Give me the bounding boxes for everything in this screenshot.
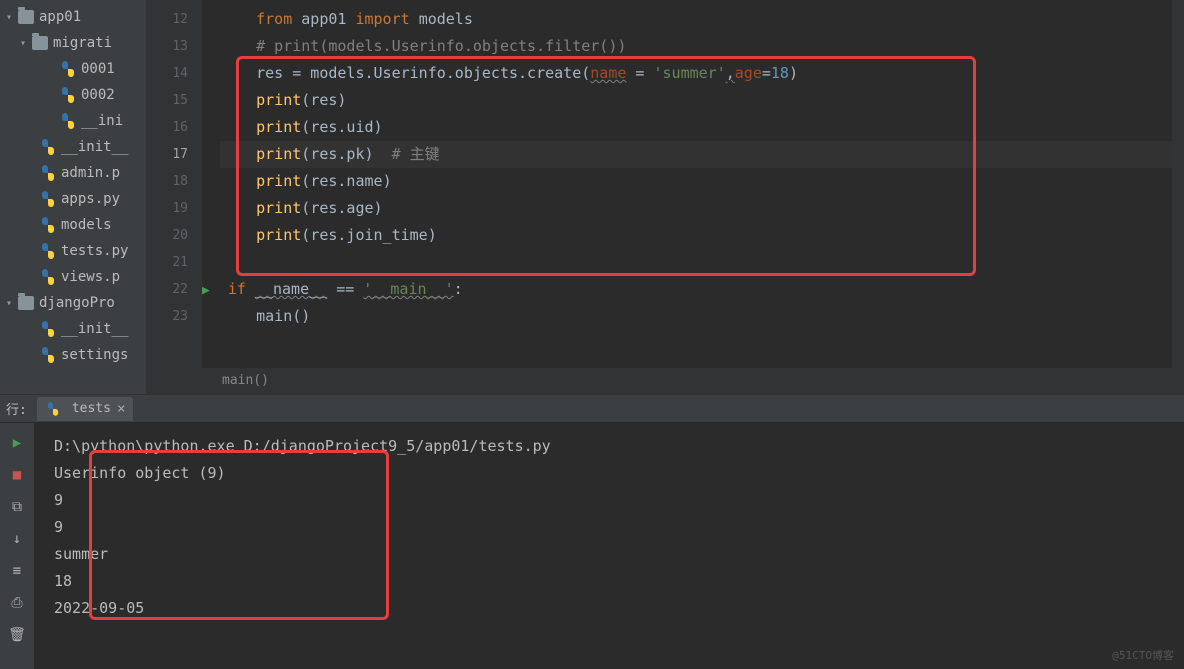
line-number: 21 <box>146 249 188 276</box>
python-file-icon <box>40 243 56 259</box>
tree-label: settings <box>61 347 128 363</box>
tree-label: models <box>61 217 112 233</box>
tree-label: tests.py <box>61 243 128 259</box>
console-line: 2022-09-05 <box>54 595 1164 622</box>
code-line[interactable]: print(res.uid) <box>220 114 1172 141</box>
code-line[interactable]: res = models.Userinfo.objects.create(nam… <box>220 60 1172 87</box>
code-line[interactable]: # print(models.Userinfo.objects.filter()… <box>220 33 1172 60</box>
line-number: 18 <box>146 168 188 195</box>
line-number: 12 <box>146 6 188 33</box>
tree-label: __ini <box>81 113 123 129</box>
run-panel-label: 行: <box>6 399 27 418</box>
line-number: 23 <box>146 303 188 330</box>
code-line[interactable]: print(res.age) <box>220 195 1172 222</box>
code-line[interactable]: ▶if __name__ == '__main__': <box>220 276 1172 303</box>
console-line: summer <box>54 541 1164 568</box>
tree-item-views[interactable]: views.p <box>0 264 146 290</box>
breadcrumb[interactable]: main() <box>202 368 1172 394</box>
tree-label: views.p <box>61 269 120 285</box>
tree-item-app01[interactable]: ▾ app01 <box>0 4 146 30</box>
code-editor[interactable]: 12 13 14 15 16 17 18 19 20 21 22 23 from… <box>146 0 1184 394</box>
code-line[interactable]: main() <box>220 303 1172 330</box>
scroll-button[interactable]: ↓ <box>5 527 29 551</box>
print-button[interactable]: ⎙ <box>5 591 29 615</box>
close-icon[interactable]: × <box>117 401 125 417</box>
run-tab[interactable]: tests × <box>37 397 134 421</box>
chevron-down-icon[interactable]: ▾ <box>20 38 32 49</box>
console-line: 18 <box>54 568 1164 595</box>
tree-item-init[interactable]: __init__ <box>0 316 146 342</box>
line-number: 14 <box>146 60 188 87</box>
python-file-icon <box>40 347 56 363</box>
tree-label: __init__ <box>61 321 128 337</box>
code-line[interactable]: print(res.name) <box>220 168 1172 195</box>
code-line[interactable]: print(res) <box>220 87 1172 114</box>
line-number: 13 <box>146 33 188 60</box>
layout-button[interactable]: ⧉ <box>5 495 29 519</box>
tree-item-init[interactable]: __ini <box>0 108 146 134</box>
tree-label: migrati <box>53 35 112 51</box>
python-file-icon <box>40 165 56 181</box>
console-line: Userinfo object (9) <box>54 460 1164 487</box>
tree-label: apps.py <box>61 191 120 207</box>
watermark: @51CTO博客 <box>1112 647 1174 663</box>
scrollbar[interactable] <box>1172 0 1184 394</box>
folder-icon <box>32 36 48 50</box>
tree-label: 0002 <box>81 87 115 103</box>
python-file-icon <box>60 61 76 77</box>
code-line[interactable]: print(res.pk) # 主键 <box>220 141 1172 168</box>
chevron-down-icon[interactable]: ▾ <box>6 12 18 23</box>
tree-label: 0001 <box>81 61 115 77</box>
tree-item-init[interactable]: __init__ <box>0 134 146 160</box>
folder-icon <box>18 10 34 24</box>
soft-wrap-button[interactable]: ≡ <box>5 559 29 583</box>
clear-button[interactable]: 🗑 <box>5 623 29 647</box>
console-line: 9 <box>54 514 1164 541</box>
code-area[interactable]: from app01 import models # print(models.… <box>202 0 1172 394</box>
console-line: D:\python\python.exe D:/djangoProject9_5… <box>54 433 1164 460</box>
tree-item-0002[interactable]: 0002 <box>0 82 146 108</box>
line-number: 15 <box>146 87 188 114</box>
run-tab-name: tests <box>72 401 111 416</box>
python-file-icon <box>46 402 60 416</box>
run-tab-bar: 行: tests × <box>0 395 1184 423</box>
line-number: 17 <box>146 141 188 168</box>
line-number: 22 <box>146 276 188 303</box>
tree-item-models[interactable]: models <box>0 212 146 238</box>
tree-label: admin.p <box>61 165 120 181</box>
python-file-icon <box>60 113 76 129</box>
python-file-icon <box>40 269 56 285</box>
tree-item-apps[interactable]: apps.py <box>0 186 146 212</box>
line-number: 20 <box>146 222 188 249</box>
tree-item-tests[interactable]: tests.py <box>0 238 146 264</box>
tree-item-settings[interactable]: settings <box>0 342 146 368</box>
run-toolbar: ▶ ■ ⧉ ↓ ≡ ⎙ 🗑 <box>0 423 34 669</box>
stop-button[interactable]: ■ <box>5 463 29 487</box>
chevron-down-icon[interactable]: ▾ <box>6 298 18 309</box>
folder-icon <box>18 296 34 310</box>
line-number-gutter: 12 13 14 15 16 17 18 19 20 21 22 23 <box>146 0 202 394</box>
tree-item-djangoproject[interactable]: ▾ djangoPro <box>0 290 146 316</box>
code-line[interactable]: from app01 import models <box>220 6 1172 33</box>
code-line[interactable] <box>220 249 1172 276</box>
python-file-icon <box>40 139 56 155</box>
tree-label: djangoPro <box>39 295 115 311</box>
rerun-button[interactable]: ▶ <box>5 431 29 455</box>
tree-label: app01 <box>39 9 81 25</box>
tree-item-migrations[interactable]: ▾ migrati <box>0 30 146 56</box>
python-file-icon <box>60 87 76 103</box>
run-gutter-icon[interactable]: ▶ <box>202 283 210 298</box>
line-number: 19 <box>146 195 188 222</box>
project-tree[interactable]: ▾ app01 ▾ migrati 0001 0002 __ini __init… <box>0 0 146 394</box>
tree-item-admin[interactable]: admin.p <box>0 160 146 186</box>
python-file-icon <box>40 321 56 337</box>
console-line: 9 <box>54 487 1164 514</box>
tree-label: __init__ <box>61 139 128 155</box>
console-output[interactable]: D:\python\python.exe D:/djangoProject9_5… <box>34 423 1184 669</box>
python-file-icon <box>40 217 56 233</box>
tree-item-0001[interactable]: 0001 <box>0 56 146 82</box>
python-file-icon <box>40 191 56 207</box>
code-line[interactable]: print(res.join_time) <box>220 222 1172 249</box>
line-number: 16 <box>146 114 188 141</box>
